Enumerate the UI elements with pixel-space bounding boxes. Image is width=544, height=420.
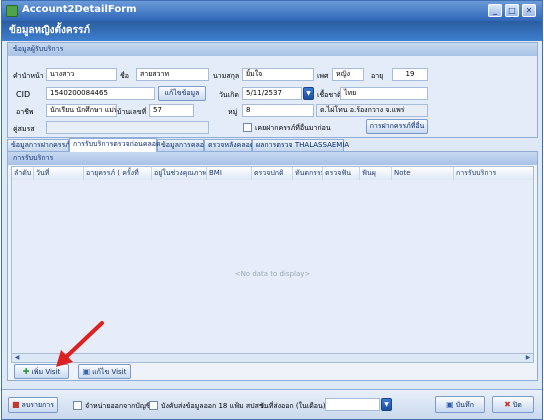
discharge-checkbox[interactable] bbox=[73, 401, 82, 410]
spouse-label: คู่สมรส bbox=[13, 125, 35, 133]
delete-label: ลบรายการ bbox=[21, 401, 55, 409]
account2-detail-form-window: Account2DetailForm _ □ ✕ ข้อมูลหญิงตั้งค… bbox=[1, 0, 543, 420]
tab-strip: ข้อมูลการฝากครรภ์ การรับบริการตรวจก่อนคล… bbox=[7, 138, 538, 152]
moo-field[interactable]: 8 bbox=[242, 104, 314, 117]
tab-anc-info[interactable]: ข้อมูลการฝากครรภ์ bbox=[7, 139, 70, 151]
tab-delivery-info[interactable]: ข้อมูลการคลอด bbox=[157, 139, 209, 151]
age-label: อายุ bbox=[371, 72, 384, 80]
red-arrow-annotation bbox=[56, 321, 104, 367]
cid-field[interactable]: 1540200084465 bbox=[46, 87, 155, 100]
discharge-label: จำหน่ายออกจากบัญชี bbox=[85, 402, 151, 410]
plus-icon: ✚ bbox=[22, 367, 30, 376]
nationality-label: เชื้อชาติ bbox=[317, 91, 342, 99]
bottom-action-bar: ■ ลบรายการ จำหน่ายออกจากบัญชี บังคับส่งข้… bbox=[2, 389, 542, 419]
occupation-field[interactable]: นักเรียน นักศึกษา แม่บ้าน bbox=[46, 104, 117, 117]
col-header-bmi[interactable]: BMI bbox=[207, 167, 252, 180]
col-header-dental[interactable]: ทันตกรรม bbox=[293, 167, 323, 180]
client-info-header: ข้อมูลผู้รับบริการ bbox=[8, 43, 537, 56]
house-no-field[interactable]: 57 bbox=[149, 104, 194, 117]
col-header-no[interactable]: ลำดับ bbox=[12, 167, 34, 180]
save-icon: ▣ bbox=[446, 400, 454, 409]
prefix-field[interactable]: นางสาว bbox=[46, 68, 117, 81]
cid-label: CID bbox=[16, 90, 31, 99]
house-no-label: บ้านเลขที่ bbox=[117, 108, 147, 116]
tab-prenatal-service[interactable]: การรับบริการตรวจก่อนคลอด bbox=[69, 138, 161, 152]
col-header-quality-range[interactable]: อยู่ในช่วงคุณภาพ bbox=[152, 167, 207, 180]
scroll-right-icon[interactable]: ▶ bbox=[524, 354, 532, 362]
close-form-button[interactable]: ✖ ปิด bbox=[492, 396, 534, 413]
occupation-label: อาชีพ bbox=[16, 108, 34, 116]
address-field: ต.ไผ่โทน อ.ร้องกวาง จ.แพร่ bbox=[316, 104, 428, 117]
close-form-label: ปิด bbox=[512, 401, 522, 409]
client-info-group: ข้อมูลผู้รับบริการ คำนำหน้า นางสาว ชื่อ … bbox=[7, 42, 538, 138]
surname-label: นามสกุล bbox=[213, 72, 240, 80]
edit-info-button[interactable]: แก้ไขข้อมูล bbox=[158, 86, 206, 101]
minimize-button[interactable]: _ bbox=[488, 4, 502, 17]
title-bar: Account2DetailForm _ □ ✕ bbox=[2, 1, 542, 21]
send-date-dropdown-icon[interactable]: ▼ bbox=[381, 398, 392, 411]
calendar-dropdown-icon[interactable]: ▼ bbox=[303, 87, 314, 100]
force-send-label: บังคับส่งข้อมูลออก 18 แฟ้ม สปสช. bbox=[161, 402, 266, 410]
dob-label: วันเกิด bbox=[219, 91, 239, 99]
app-icon bbox=[6, 5, 18, 17]
tab-thalassaemia-results[interactable]: ผลการตรวจ THALASSAEMIA bbox=[252, 139, 349, 151]
col-header-date[interactable]: วันที่ bbox=[34, 167, 84, 180]
name-label: ชื่อ bbox=[120, 72, 129, 80]
dob-field[interactable]: 5/11/2537 bbox=[242, 87, 302, 100]
col-header-note[interactable]: Note bbox=[392, 167, 454, 180]
window-title: Account2DetailForm bbox=[22, 4, 137, 15]
col-header-gestational-age[interactable]: อายุครรภ์ ( ครั้งที่ bbox=[84, 167, 152, 180]
service-section-header: การรับบริการ bbox=[8, 152, 537, 165]
maximize-button[interactable]: □ bbox=[505, 4, 519, 17]
sex-field[interactable]: หญิง bbox=[332, 68, 364, 81]
add-visit-label: เพิ่ม Visit bbox=[31, 368, 61, 376]
sex-label: เพศ bbox=[317, 72, 329, 80]
col-header-teeth-check[interactable]: ตรวจฟัน bbox=[323, 167, 360, 180]
save-button[interactable]: ▣ บันทึก bbox=[435, 396, 485, 413]
no-data-message: <No data to display> bbox=[234, 270, 311, 278]
age-field[interactable]: 19 bbox=[392, 68, 428, 81]
col-header-caries[interactable]: ฟันผุ bbox=[360, 167, 392, 180]
exit-icon: ✖ bbox=[504, 400, 511, 409]
edit-visit-label: แก้ไข Visit bbox=[92, 368, 127, 376]
prev-pregnancy-label: เคยฝากครรภ์ที่อื่นมาก่อน bbox=[255, 124, 331, 132]
col-header-service[interactable]: การรับบริการ bbox=[454, 167, 533, 180]
nationality-field[interactable]: ไทย bbox=[340, 87, 428, 100]
tab-postpartum[interactable]: ตรวจหลังคลอด bbox=[204, 139, 254, 151]
save-label: บันทึก bbox=[455, 401, 474, 409]
send-date-label: วันที่ส่งออก (ในเดือน) bbox=[260, 402, 326, 410]
prefix-label: คำนำหน้า bbox=[13, 72, 44, 80]
force-send-checkbox[interactable] bbox=[149, 401, 158, 410]
send-date-field[interactable] bbox=[325, 398, 380, 411]
prev-pregnancy-checkbox[interactable] bbox=[243, 123, 252, 132]
form-banner-title: ข้อมูลหญิงตั้งครรภ์ bbox=[2, 21, 542, 41]
close-button[interactable]: ✕ bbox=[522, 4, 536, 17]
surname-field[interactable]: ยิ้มใจ bbox=[242, 68, 314, 81]
delete-icon: ■ bbox=[11, 400, 20, 409]
col-header-normal-exam[interactable]: ตรวจปกติ bbox=[252, 167, 293, 180]
spouse-field[interactable] bbox=[46, 121, 209, 134]
moo-label: หมู่ bbox=[228, 108, 238, 116]
anc-elsewhere-button[interactable]: การฝากครรภ์ที่อื่น bbox=[366, 119, 428, 134]
name-field[interactable]: สายสวาท bbox=[136, 68, 209, 81]
scroll-left-icon[interactable]: ◀ bbox=[13, 354, 21, 362]
delete-button[interactable]: ■ ลบรายการ bbox=[8, 397, 58, 413]
